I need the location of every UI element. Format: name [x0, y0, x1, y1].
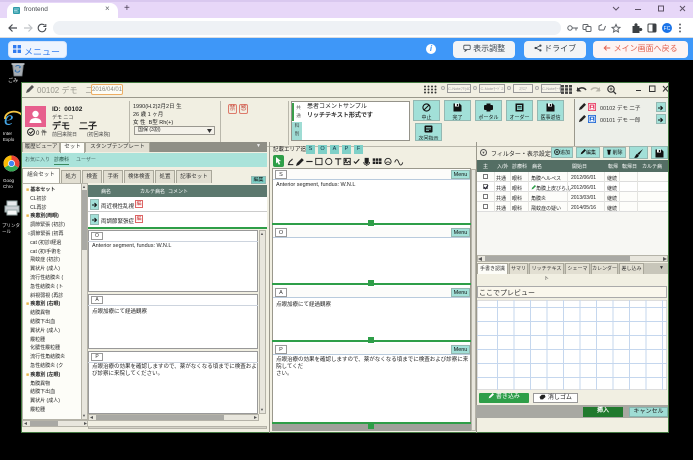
svg-text:FC: FC [664, 26, 671, 32]
